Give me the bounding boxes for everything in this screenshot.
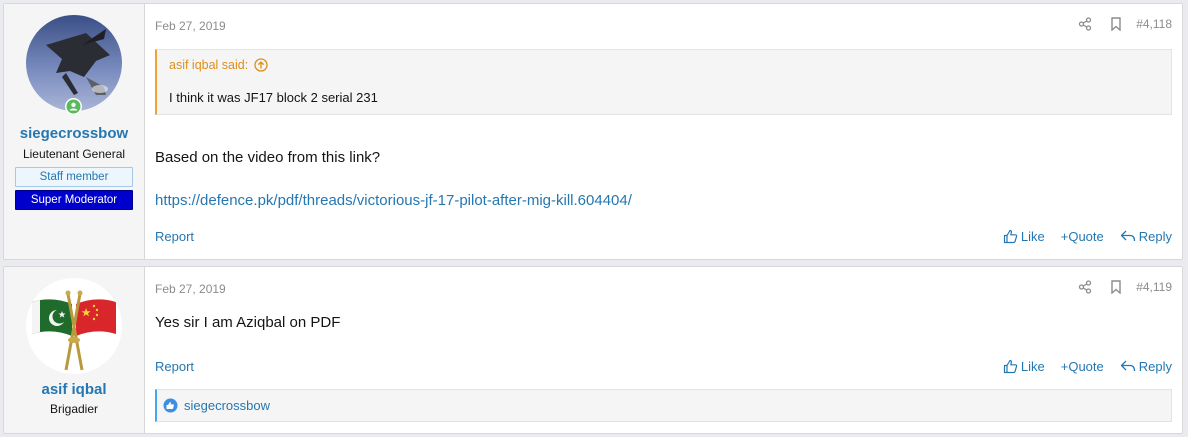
user-title: Lieutenant General	[22, 147, 126, 161]
reply-icon	[1120, 230, 1135, 242]
post-footer: Report Like +Quote Reply	[155, 356, 1172, 376]
reply-icon	[1120, 360, 1135, 372]
username[interactable]: asif iqbal	[41, 381, 106, 399]
report-link[interactable]: Report	[155, 229, 194, 244]
reply-button[interactable]: Reply	[1120, 229, 1172, 244]
user-cell: asif iqbal Brigadier	[4, 267, 145, 433]
like-button[interactable]: Like	[1003, 359, 1045, 374]
post-tools: #4,118	[1078, 17, 1172, 31]
message-text: Based on the video from this link?	[155, 149, 381, 166]
thumbs-up-icon	[1003, 359, 1018, 373]
avatar[interactable]	[26, 15, 122, 111]
message-text: Yes sir I am Aziqbal on PDF	[155, 314, 341, 331]
post-footer: Report Like +Quote Reply	[155, 226, 1172, 246]
share-icon[interactable]	[1078, 280, 1092, 294]
quote-button[interactable]: +Quote	[1061, 359, 1104, 374]
quote-button[interactable]: +Quote	[1061, 229, 1104, 244]
message-cell: Feb 27, 2019 #4,118 asif iqbal said: I t…	[145, 4, 1182, 259]
post-date[interactable]: Feb 27, 2019	[155, 282, 226, 296]
reply-button[interactable]: Reply	[1120, 359, 1172, 374]
bookmark-icon[interactable]	[1110, 280, 1122, 294]
reply-label: Reply	[1138, 228, 1172, 244]
online-status-icon	[65, 98, 82, 115]
post-actions: Like +Quote Reply	[1003, 229, 1172, 244]
reaction-users-link[interactable]: siegecrossbow	[184, 398, 270, 413]
share-icon[interactable]	[1078, 17, 1092, 31]
post-number[interactable]: #4,119	[1136, 280, 1172, 294]
quote-block: asif iqbal said: I think it was JF17 blo…	[155, 49, 1172, 115]
like-label: Like	[1020, 228, 1045, 244]
quote-author[interactable]: asif iqbal said:	[169, 58, 248, 72]
post-4119: asif iqbal Brigadier Feb 27, 2019 #4,119…	[3, 266, 1183, 434]
username[interactable]: siegecrossbow	[20, 125, 128, 143]
post-4118: siegecrossbow Lieutenant General Staff m…	[3, 3, 1183, 260]
post-date[interactable]: Feb 27, 2019	[155, 19, 226, 33]
like-label: Like	[1020, 358, 1045, 374]
report-link[interactable]: Report	[155, 359, 194, 374]
user-title: Brigadier	[49, 402, 99, 416]
thumbs-up-icon	[1003, 229, 1018, 243]
quote-header[interactable]: asif iqbal said:	[157, 50, 1171, 80]
message-cell: Feb 27, 2019 #4,119 Yes sir I am Aziqbal…	[145, 267, 1182, 433]
like-button[interactable]: Like	[1003, 229, 1045, 244]
bookmark-icon[interactable]	[1110, 17, 1122, 31]
staff-banner: Staff member	[15, 167, 133, 187]
avatar[interactable]	[26, 278, 122, 374]
reply-label: Reply	[1138, 358, 1172, 374]
post-tools: #4,119	[1078, 280, 1172, 294]
post-actions: Like +Quote Reply	[1003, 359, 1172, 374]
arrow-up-circle-icon[interactable]	[254, 58, 268, 72]
like-reaction-icon	[163, 398, 178, 413]
post-number[interactable]: #4,118	[1136, 17, 1172, 31]
user-cell: siegecrossbow Lieutenant General Staff m…	[4, 4, 145, 259]
message-link[interactable]: https://defence.pk/pdf/threads/victoriou…	[155, 192, 632, 209]
moderator-banner: Super Moderator	[15, 190, 133, 210]
quote-text: I think it was JF17 block 2 serial 231	[157, 80, 1171, 114]
reactions-bar: siegecrossbow	[155, 389, 1172, 422]
